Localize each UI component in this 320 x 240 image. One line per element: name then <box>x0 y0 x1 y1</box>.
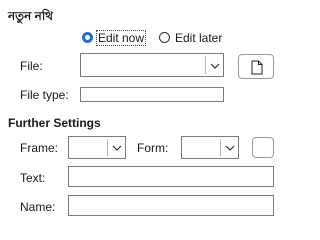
chevron-down-icon[interactable] <box>225 143 235 153</box>
radio-edit-later-label[interactable]: Edit later <box>175 31 222 45</box>
form-combobox[interactable] <box>181 136 239 159</box>
text-field[interactable] <box>68 166 274 187</box>
form-options-button[interactable] <box>252 137 274 158</box>
frame-combobox[interactable] <box>68 136 126 159</box>
chevron-down-icon[interactable] <box>210 61 220 71</box>
form-label: Form: <box>137 141 169 155</box>
file-type-label: File type: <box>20 88 69 102</box>
radio-edit-now-label[interactable]: Edit now <box>95 30 147 46</box>
section-title-new-document: নতুন নথি <box>8 9 54 23</box>
file-label: File: <box>20 59 43 73</box>
browse-file-button[interactable] <box>238 54 274 79</box>
section-title-further-settings: Further Settings <box>8 116 101 130</box>
text-label: Text: <box>20 171 46 185</box>
radio-edit-later-indicator[interactable] <box>159 32 170 43</box>
radio-edit-later[interactable]: Edit later <box>159 31 239 45</box>
frame-label: Frame: <box>20 141 59 155</box>
file-type-field[interactable] <box>80 87 224 102</box>
name-label: Name: <box>20 200 56 214</box>
chevron-down-icon[interactable] <box>112 143 122 153</box>
radio-edit-now[interactable]: Edit now <box>82 30 152 46</box>
document-icon <box>251 60 263 75</box>
name-field[interactable] <box>68 195 274 216</box>
radio-edit-now-indicator[interactable] <box>82 32 93 43</box>
file-combobox[interactable] <box>80 53 224 77</box>
